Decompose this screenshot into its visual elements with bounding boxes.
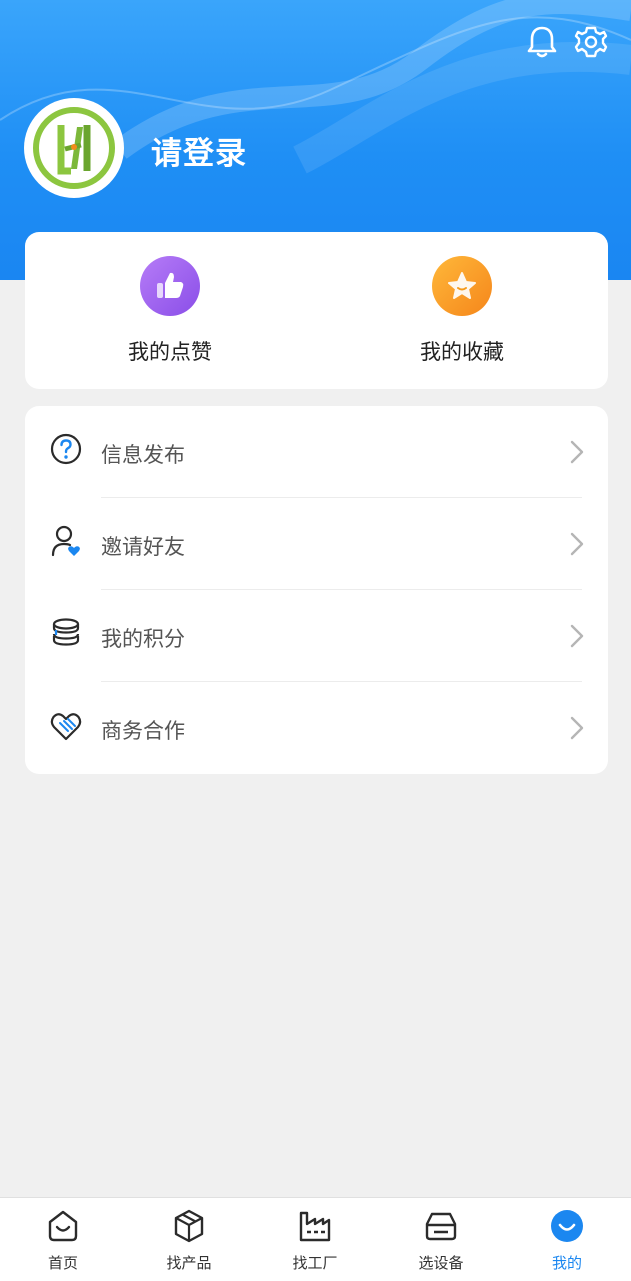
chevron-right-icon — [570, 624, 584, 648]
my-likes-button[interactable]: 我的点赞 — [90, 256, 250, 366]
device-icon — [425, 1212, 457, 1241]
menu-item-business-cooperation[interactable]: 商务合作 — [25, 682, 608, 774]
menu-item-label: 商务合作 — [101, 719, 185, 743]
thumbs-up-icon — [140, 256, 200, 316]
star-icon — [432, 256, 492, 316]
menu-item-info-publish[interactable]: 信息发布 — [25, 406, 608, 498]
menu-item-label: 邀请好友 — [101, 535, 185, 559]
tab-mine[interactable]: 我的 — [504, 1198, 630, 1281]
tab-label: 我的 — [551, 1254, 582, 1272]
question-circle-icon — [49, 432, 85, 468]
chevron-right-icon — [570, 532, 584, 556]
company-logo — [33, 107, 115, 189]
factory-icon — [299, 1211, 331, 1242]
tab-select-device[interactable]: 选设备 — [378, 1198, 504, 1281]
coin-stack-icon — [49, 616, 85, 652]
tab-label: 找产品 — [166, 1254, 212, 1272]
tab-home[interactable]: 首页 — [0, 1198, 126, 1281]
user-heart-icon — [49, 524, 85, 560]
box-icon — [174, 1209, 204, 1243]
chevron-right-icon — [570, 440, 584, 464]
avatar[interactable] — [24, 98, 124, 198]
my-favorites-button[interactable]: 我的收藏 — [382, 256, 542, 366]
bell-icon[interactable] — [522, 22, 562, 62]
tab-label: 选设备 — [418, 1254, 464, 1272]
menu-card: 信息发布 邀请好友 我的积分 商务合作 — [25, 406, 608, 774]
menu-item-label: 信息发布 — [101, 443, 185, 467]
quick-actions-card: 我的点赞 我的收藏 — [25, 232, 608, 389]
login-prompt[interactable]: 请登录 — [151, 128, 247, 173]
tab-find-products[interactable]: 找产品 — [126, 1198, 252, 1281]
smile-icon — [551, 1210, 583, 1242]
gear-icon[interactable] — [571, 22, 611, 62]
tab-label: 首页 — [47, 1254, 78, 1272]
tab-label: 找工厂 — [292, 1254, 338, 1272]
heart-handshake-icon — [49, 708, 85, 744]
my-favorites-label: 我的收藏 — [420, 340, 504, 364]
bottom-tab-bar: 首页 找产品 找工厂 选设备 我的 — [0, 1197, 631, 1281]
home-icon — [48, 1210, 78, 1242]
tab-find-factory[interactable]: 找工厂 — [252, 1198, 378, 1281]
my-likes-label: 我的点赞 — [128, 340, 212, 364]
chevron-right-icon — [570, 716, 584, 740]
menu-item-invite-friends[interactable]: 邀请好友 — [25, 498, 608, 590]
menu-item-my-points[interactable]: 我的积分 — [25, 590, 608, 682]
menu-item-label: 我的积分 — [101, 627, 185, 651]
